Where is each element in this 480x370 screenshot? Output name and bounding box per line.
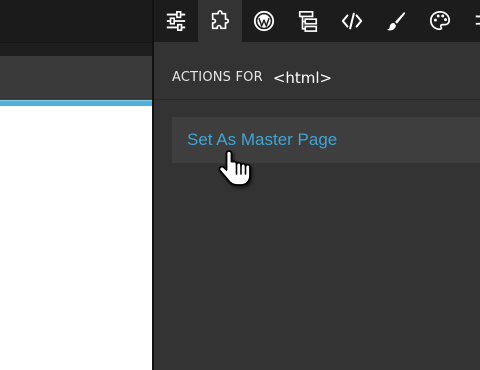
tree-tab[interactable] [286,0,330,42]
actions-panel: ACTIONS FOR <html> Set As Master Page [154,0,480,370]
wordpress-icon [253,10,275,32]
actions-target-element: <html> [272,68,333,87]
wordpress-tab[interactable] [242,0,286,42]
actions-tab[interactable] [198,0,242,42]
sliders-icon [166,11,186,31]
style-tab[interactable] [418,0,462,42]
settings-tab[interactable] [154,0,198,42]
panel-icon-bar [154,0,480,42]
sliders-icon [475,15,480,25]
tree-icon [298,11,318,32]
code-tab[interactable] [330,0,374,42]
puzzle-icon [211,10,230,30]
brush-icon [386,11,406,31]
code-icon [341,12,363,30]
palette-icon [429,10,451,31]
canvas-top-bar [0,0,152,43]
actions-header: ACTIONS FOR <html> [154,56,480,100]
canvas-toolbar [0,56,152,100]
set-as-master-page-button[interactable]: Set As Master Page [172,117,480,163]
more-tab[interactable] [462,0,480,42]
action-item-label: Set As Master Page [187,130,338,149]
app-window: ACTIONS FOR <html> Set As Master Page [0,0,480,370]
canvas-page[interactable] [0,106,152,370]
actions-label: ACTIONS FOR [172,70,263,85]
brush-tab[interactable] [374,0,418,42]
